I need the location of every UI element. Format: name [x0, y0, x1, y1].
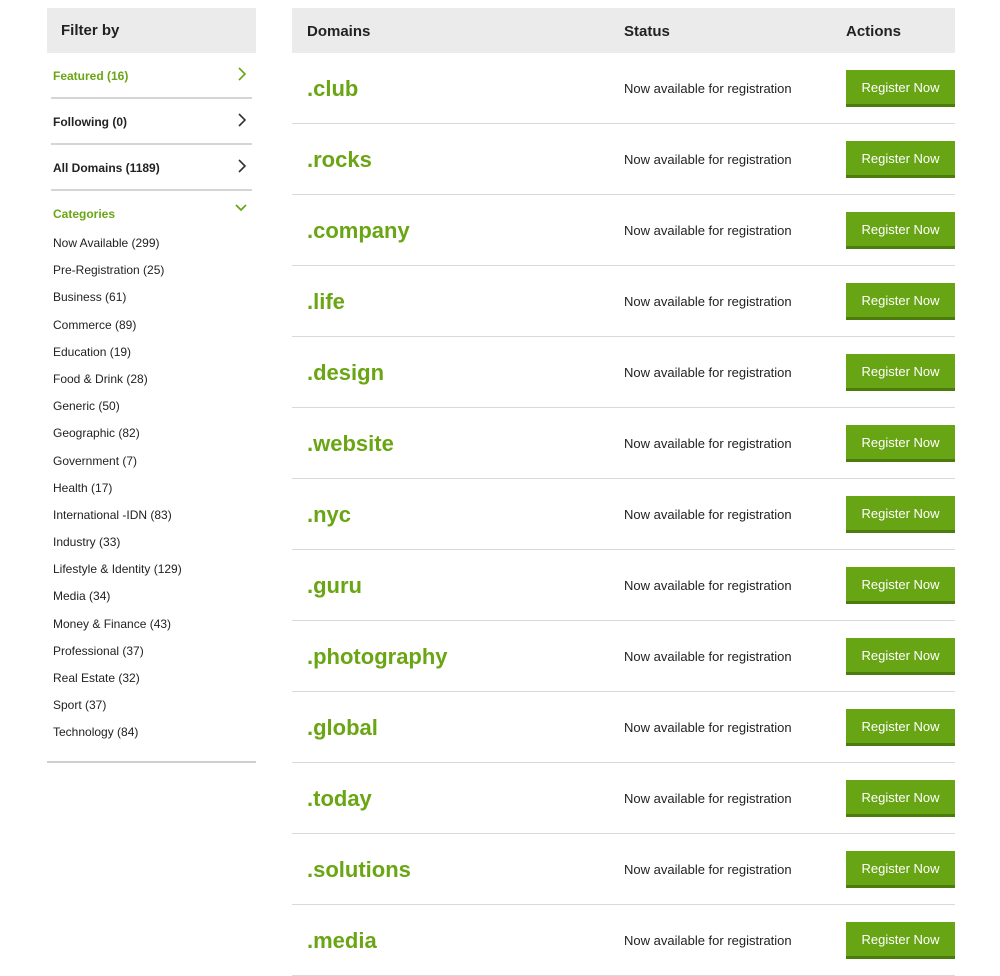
categories-toggle[interactable]: Categories	[51, 191, 252, 235]
table-row: .rocks Now available for registration Re…	[292, 124, 955, 195]
register-now-button[interactable]: Register Now	[846, 141, 955, 178]
category-link[interactable]: Now Available (299)	[53, 235, 256, 262]
domain-status: Now available for registration	[624, 152, 792, 167]
register-now-button[interactable]: Register Now	[846, 354, 955, 391]
filter-following[interactable]: Following (0)	[51, 99, 252, 145]
category-link[interactable]: Media (34)	[53, 588, 256, 615]
sidebar-title: Filter by	[47, 8, 256, 53]
category-link[interactable]: Real Estate (32)	[53, 670, 256, 697]
domain-status: Now available for registration	[624, 578, 792, 593]
domain-status: Now available for registration	[624, 507, 792, 522]
table-row: .solutions Now available for registratio…	[292, 834, 955, 905]
domains-table: Domains Status Actions .club Now availab…	[292, 8, 955, 976]
category-list: Now Available (299) Pre-Registration (25…	[47, 235, 256, 752]
category-link[interactable]: Sport (37)	[53, 697, 256, 724]
category-link[interactable]: International -IDN (83)	[53, 507, 256, 534]
domain-status: Now available for registration	[624, 365, 792, 380]
domain-status: Now available for registration	[624, 720, 792, 735]
domain-name[interactable]: .guru	[307, 573, 362, 599]
domain-name[interactable]: .nyc	[307, 502, 351, 528]
domain-name[interactable]: .media	[307, 928, 377, 954]
register-now-button[interactable]: Register Now	[846, 922, 955, 959]
category-link[interactable]: Health (17)	[53, 480, 256, 507]
table-row: .today Now available for registration Re…	[292, 763, 955, 834]
category-link[interactable]: Technology (84)	[53, 724, 256, 751]
filter-label: Following (0)	[53, 115, 127, 129]
chevron-down-icon	[235, 204, 247, 212]
domain-status: Now available for registration	[624, 294, 792, 309]
category-link[interactable]: Business (61)	[53, 289, 256, 316]
filter-label: All Domains (1189)	[53, 161, 160, 175]
table-row: .photography Now available for registrat…	[292, 621, 955, 692]
chevron-right-icon	[238, 159, 247, 173]
domain-name[interactable]: .photography	[307, 644, 448, 670]
domain-name[interactable]: .life	[307, 289, 345, 315]
register-now-button[interactable]: Register Now	[846, 709, 955, 746]
chevron-right-icon	[238, 67, 247, 81]
register-now-button[interactable]: Register Now	[846, 851, 955, 888]
category-link[interactable]: Geographic (82)	[53, 425, 256, 452]
domain-name[interactable]: .rocks	[307, 147, 372, 173]
table-row: .life Now available for registration Reg…	[292, 266, 955, 337]
category-link[interactable]: Pre-Registration (25)	[53, 262, 256, 289]
domain-name[interactable]: .global	[307, 715, 378, 741]
table-row: .company Now available for registration …	[292, 195, 955, 266]
category-link[interactable]: Commerce (89)	[53, 317, 256, 344]
register-now-button[interactable]: Register Now	[846, 212, 955, 249]
table-row: .guru Now available for registration Reg…	[292, 550, 955, 621]
category-link[interactable]: Generic (50)	[53, 398, 256, 425]
category-link[interactable]: Education (19)	[53, 344, 256, 371]
register-now-button[interactable]: Register Now	[846, 70, 955, 107]
domain-status: Now available for registration	[624, 436, 792, 451]
register-now-button[interactable]: Register Now	[846, 283, 955, 320]
table-row: .club Now available for registration Reg…	[292, 53, 955, 124]
table-row: .website Now available for registration …	[292, 408, 955, 479]
domain-name[interactable]: .solutions	[307, 857, 411, 883]
domain-status: Now available for registration	[624, 862, 792, 877]
category-link[interactable]: Industry (33)	[53, 534, 256, 561]
domain-name[interactable]: .club	[307, 76, 358, 102]
category-link[interactable]: Government (7)	[53, 453, 256, 480]
domain-name[interactable]: .company	[307, 218, 410, 244]
column-header-domains: Domains	[307, 23, 371, 40]
filter-featured[interactable]: Featured (16)	[51, 53, 252, 99]
domain-status: Now available for registration	[624, 933, 792, 948]
register-now-button[interactable]: Register Now	[846, 780, 955, 817]
category-link[interactable]: Lifestyle & Identity (129)	[53, 561, 256, 588]
column-header-status: Status	[624, 23, 670, 40]
chevron-right-icon	[238, 113, 247, 127]
domain-name[interactable]: .design	[307, 360, 384, 386]
register-now-button[interactable]: Register Now	[846, 567, 955, 604]
register-now-button[interactable]: Register Now	[846, 496, 955, 533]
domain-name[interactable]: .today	[307, 786, 372, 812]
category-link[interactable]: Food & Drink (28)	[53, 371, 256, 398]
categories-label: Categories	[53, 207, 116, 221]
table-row: .global Now available for registration R…	[292, 692, 955, 763]
table-row: .media Now available for registration Re…	[292, 905, 955, 976]
register-now-button[interactable]: Register Now	[846, 425, 955, 462]
domain-status: Now available for registration	[624, 649, 792, 664]
domain-status: Now available for registration	[624, 81, 792, 96]
filter-label: Featured (16)	[53, 69, 129, 83]
sidebar-divider	[47, 753, 256, 763]
domain-status: Now available for registration	[624, 223, 792, 238]
column-header-actions: Actions	[846, 23, 902, 40]
domain-status: Now available for registration	[624, 791, 792, 806]
filter-all-domains[interactable]: All Domains (1189)	[51, 145, 252, 191]
table-row: .nyc Now available for registration Regi…	[292, 479, 955, 550]
category-link[interactable]: Money & Finance (43)	[53, 616, 256, 643]
domain-name[interactable]: .website	[307, 431, 394, 457]
register-now-button[interactable]: Register Now	[846, 638, 955, 675]
table-header: Domains Status Actions	[292, 8, 955, 53]
category-link[interactable]: Professional (37)	[53, 643, 256, 670]
filter-sidebar: Filter by Featured (16) Following (0) Al…	[47, 8, 256, 763]
table-row: .design Now available for registration R…	[292, 337, 955, 408]
